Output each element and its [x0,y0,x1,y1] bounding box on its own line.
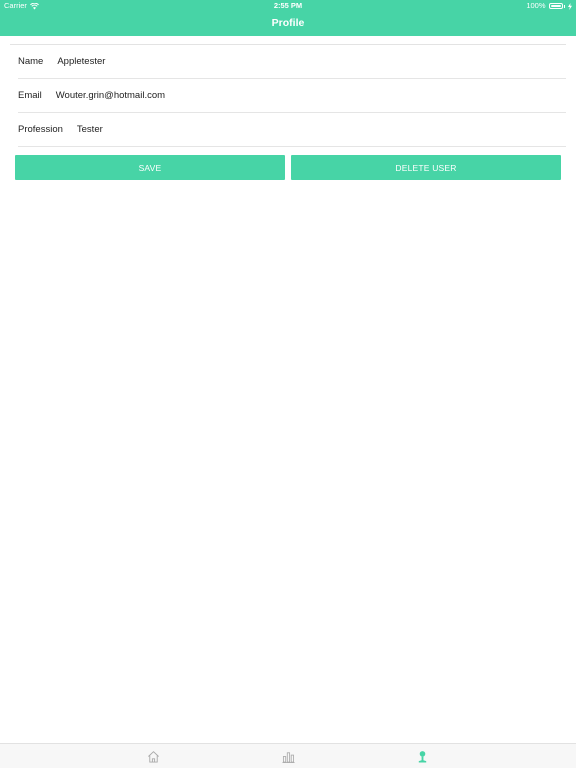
email-label: Email [18,90,42,101]
battery-tip [563,4,565,8]
battery-percent: 100% [526,1,546,10]
page-title: Profile [271,17,305,29]
delete-user-button[interactable]: DELETE USER [291,155,561,180]
email-row: Email Wouter.grin@hotmail.com [18,79,566,113]
status-bar: Carrier 2:55 PM 100% [0,0,576,12]
charging-icon [568,2,572,10]
tab-profile[interactable] [415,749,429,763]
navigation-header: Carrier 2:55 PM 100% Profile [0,0,576,36]
status-time: 2:55 PM [273,1,303,10]
name-row: Name Appletester [18,45,566,79]
name-label: Name [18,56,44,67]
tab-statistics[interactable] [281,749,295,763]
profession-field[interactable]: Tester [77,124,103,135]
profession-row: Profession Tester [18,113,566,147]
tab-bar [0,743,576,768]
profile-form: Name Appletester Email Wouter.grin@hotma… [10,44,566,147]
email-field[interactable]: Wouter.grin@hotmail.com [56,90,165,101]
save-button[interactable]: SAVE [15,155,285,180]
bar-chart-icon [281,751,295,763]
action-buttons: SAVE DELETE USER [15,155,561,180]
home-icon [147,750,159,763]
battery-icon [548,3,563,9]
user-icon [418,750,426,763]
tab-home[interactable] [146,749,160,763]
battery-status: 100% [526,0,572,12]
name-field[interactable]: Appletester [57,56,105,67]
profession-label: Profession [18,124,63,135]
